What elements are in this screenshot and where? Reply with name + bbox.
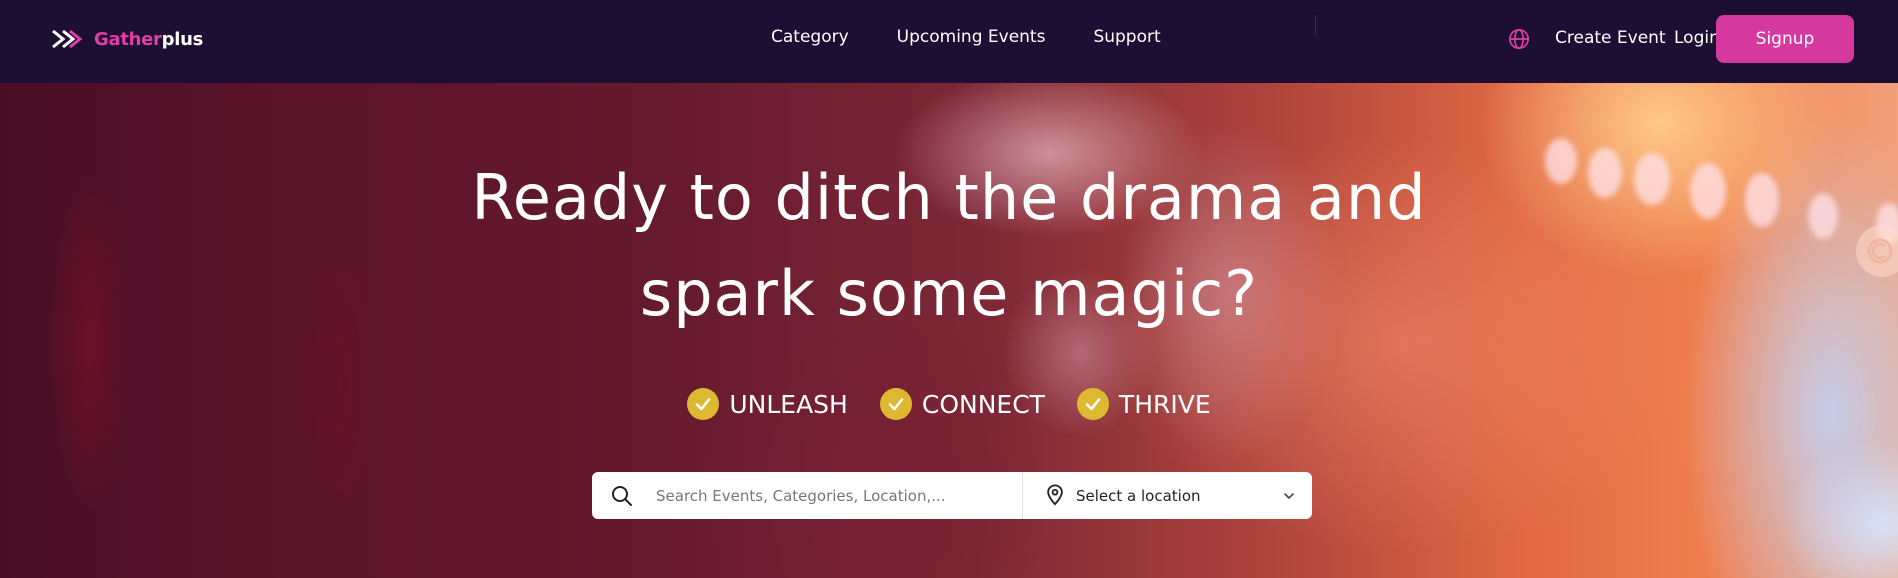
top-navbar: Gatherplus Category Upcoming Events Supp… — [0, 0, 1898, 83]
brand-logo[interactable]: Gatherplus — [50, 27, 203, 51]
location-select[interactable]: Select a location — [1076, 472, 1296, 519]
check-icon — [687, 388, 720, 420]
nav-link-upcoming-events[interactable]: Upcoming Events — [897, 27, 1046, 47]
location-select-label: Select a location — [1076, 486, 1201, 505]
search-input[interactable] — [656, 481, 1016, 511]
brand-name-part1: Gather — [94, 28, 162, 50]
nav-divider — [1315, 15, 1316, 35]
login-link[interactable]: Login — [1674, 28, 1720, 48]
search-divider — [1022, 472, 1023, 519]
value-prop-thrive: THRIVE — [1076, 388, 1211, 420]
search-icon[interactable] — [610, 484, 634, 508]
value-prop-label: THRIVE — [1118, 389, 1211, 419]
globe-icon[interactable] — [1508, 28, 1530, 50]
value-prop-label: UNLEASH — [729, 389, 848, 419]
value-prop-label: CONNECT — [921, 389, 1045, 419]
create-event-link[interactable]: Create Event — [1555, 28, 1666, 48]
nav-link-support[interactable]: Support — [1093, 27, 1160, 47]
chevron-down-icon — [1284, 493, 1294, 499]
value-prop-connect: CONNECT — [879, 388, 1045, 420]
check-icon — [879, 388, 912, 420]
nav-link-category[interactable]: Category — [771, 27, 849, 47]
brand-name-part2: plus — [161, 28, 204, 50]
logo-mark-icon — [52, 29, 83, 49]
hero-headline-line2: spark some magic? — [639, 257, 1259, 330]
hero-headline-line1: Ready to ditch the drama and — [471, 161, 1427, 234]
brand-wordmark: Gatherplus — [94, 29, 203, 50]
value-prop-unleash: UNLEASH — [687, 388, 848, 420]
main-nav: Category Upcoming Events Support — [771, 27, 1209, 47]
hero-headline: Ready to ditch the drama and spark some … — [0, 150, 1898, 342]
check-icon — [1076, 388, 1109, 420]
search-bar: Select a location — [592, 472, 1312, 519]
signup-button[interactable]: Signup — [1716, 15, 1854, 63]
map-pin-icon — [1047, 484, 1063, 506]
value-props: UNLEASH CONNECT THRIVE — [0, 388, 1898, 420]
